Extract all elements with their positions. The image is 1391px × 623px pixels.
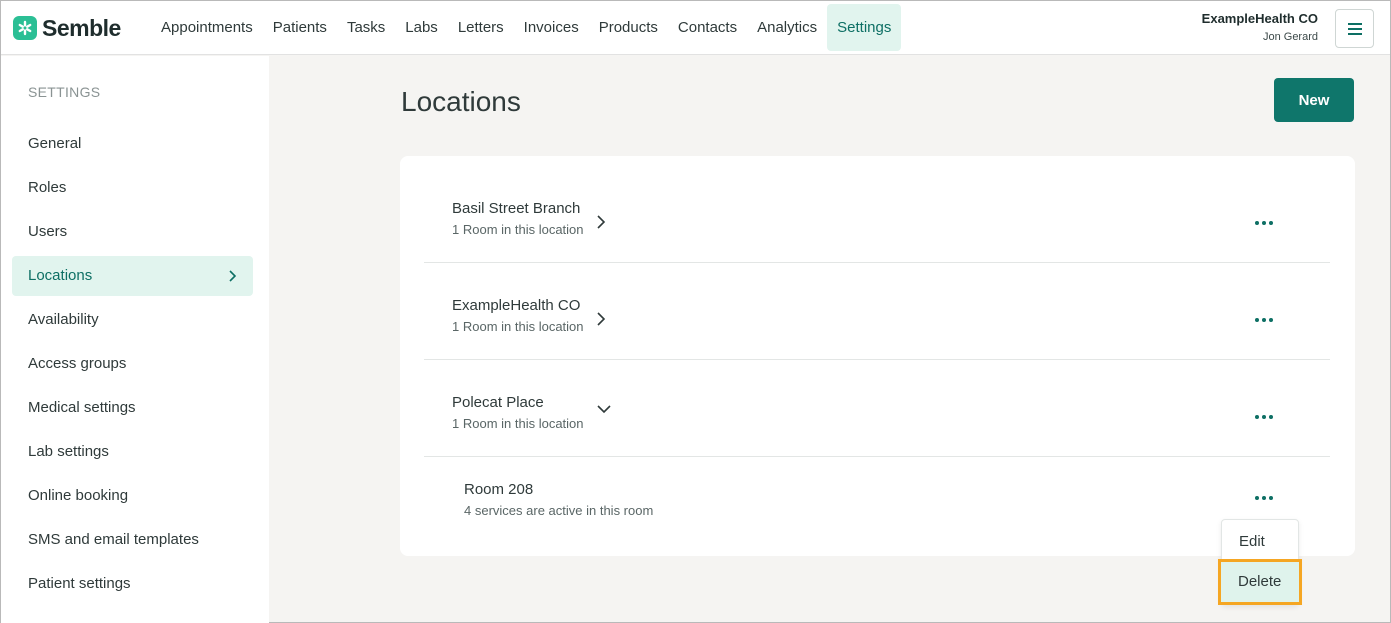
main-menu-button[interactable]: [1335, 9, 1374, 48]
main-nav: Appointments Patients Tasks Labs Letters…: [151, 4, 902, 51]
delete-menu-item[interactable]: Delete: [1218, 559, 1302, 605]
nav-item-letters[interactable]: Letters: [448, 4, 514, 51]
nav-item-contacts[interactable]: Contacts: [668, 4, 747, 51]
chevron-right-icon[interactable]: [596, 311, 606, 327]
room-actions-menu: Edit Delete: [1218, 519, 1302, 605]
room-name: Room 208: [464, 481, 534, 498]
sidebar-item-label: Users: [28, 223, 68, 240]
location-row[interactable]: Basil Street Branch 1 Room in this locat…: [424, 166, 1330, 263]
sidebar-item-roles[interactable]: Roles: [12, 168, 253, 208]
sidebar-item-patient-settings[interactable]: Patient settings: [12, 564, 253, 604]
sidebar-item-access-groups[interactable]: Access groups: [12, 344, 253, 384]
account-organization: ExampleHealth CO: [1201, 11, 1318, 26]
sidebar-item-lab-settings[interactable]: Lab settings: [12, 432, 253, 472]
sidebar-item-users[interactable]: Users: [12, 212, 253, 252]
more-options-icon[interactable]: [1255, 221, 1273, 227]
chevron-right-icon: [229, 270, 237, 282]
sidebar-item-medical-settings[interactable]: Medical settings: [12, 388, 253, 428]
nav-item-tasks[interactable]: Tasks: [337, 4, 395, 51]
edit-menu-item[interactable]: Edit: [1222, 522, 1298, 562]
account-info[interactable]: ExampleHealth CO Jon Gerard: [1202, 11, 1318, 43]
room-row[interactable]: Room 208 4 services are active in this r…: [424, 457, 1330, 554]
top-bar: Semble Appointments Patients Tasks Labs …: [1, 1, 1390, 55]
more-options-icon[interactable]: [1255, 496, 1273, 502]
semble-logo-icon: [13, 16, 37, 40]
nav-item-settings[interactable]: Settings: [827, 4, 902, 51]
location-name: ExampleHealth CO: [452, 297, 581, 314]
nav-item-labs[interactable]: Labs: [395, 4, 448, 51]
sidebar-item-label: General: [28, 135, 82, 152]
location-row[interactable]: ExampleHealth CO 1 Room in this location: [424, 263, 1330, 360]
location-room-count: 1 Room in this location: [452, 222, 584, 237]
sidebar-item-label: Availability: [28, 311, 99, 328]
nav-item-patients[interactable]: Patients: [263, 4, 337, 51]
nav-item-appointments[interactable]: Appointments: [151, 4, 263, 51]
locations-card: Basil Street Branch 1 Room in this locat…: [400, 156, 1355, 556]
sidebar-item-label: Patient settings: [28, 575, 131, 592]
sidebar-item-locations[interactable]: Locations: [12, 256, 253, 296]
location-row[interactable]: Polecat Place 1 Room in this location: [424, 360, 1330, 457]
sidebar-item-label: Roles: [28, 179, 67, 196]
more-options-icon[interactable]: [1255, 415, 1273, 421]
sidebar-item-label: Access groups: [28, 355, 127, 372]
location-room-count: 1 Room in this location: [452, 416, 584, 431]
chevron-down-icon[interactable]: [596, 404, 612, 414]
chevron-right-icon[interactable]: [596, 214, 606, 230]
sidebar-item-sms-email-templates[interactable]: SMS and email templates: [12, 520, 253, 560]
settings-sidebar: SETTINGS General Roles Users Locations A…: [1, 56, 269, 623]
sidebar-item-label: Locations: [28, 267, 93, 284]
semble-logo[interactable]: Semble: [13, 15, 121, 41]
sidebar-item-label: SMS and email templates: [28, 531, 199, 548]
nav-item-products[interactable]: Products: [589, 4, 668, 51]
hamburger-icon: [1347, 22, 1362, 35]
sidebar-item-label: Online booking: [28, 487, 129, 504]
semble-logo-text: Semble: [42, 15, 121, 41]
nav-item-analytics[interactable]: Analytics: [747, 4, 827, 51]
sidebar-item-label: Lab settings: [28, 443, 109, 460]
location-name: Basil Street Branch: [452, 200, 581, 217]
new-location-button[interactable]: New: [1274, 78, 1354, 122]
sidebar-item-label: Medical settings: [28, 399, 136, 416]
room-services-count: 4 services are active in this room: [464, 503, 654, 518]
nav-item-invoices[interactable]: Invoices: [514, 4, 589, 51]
location-room-count: 1 Room in this location: [452, 319, 584, 334]
more-options-icon[interactable]: [1255, 318, 1273, 324]
location-name: Polecat Place: [452, 394, 544, 411]
account-user-name: Jon Gerard: [1262, 31, 1318, 43]
sidebar-heading: SETTINGS: [28, 84, 101, 100]
sidebar-item-online-booking[interactable]: Online booking: [12, 476, 253, 516]
sidebar-item-availability[interactable]: Availability: [12, 300, 253, 340]
page-title: Locations: [401, 86, 521, 117]
sidebar-item-general[interactable]: General: [12, 124, 253, 164]
